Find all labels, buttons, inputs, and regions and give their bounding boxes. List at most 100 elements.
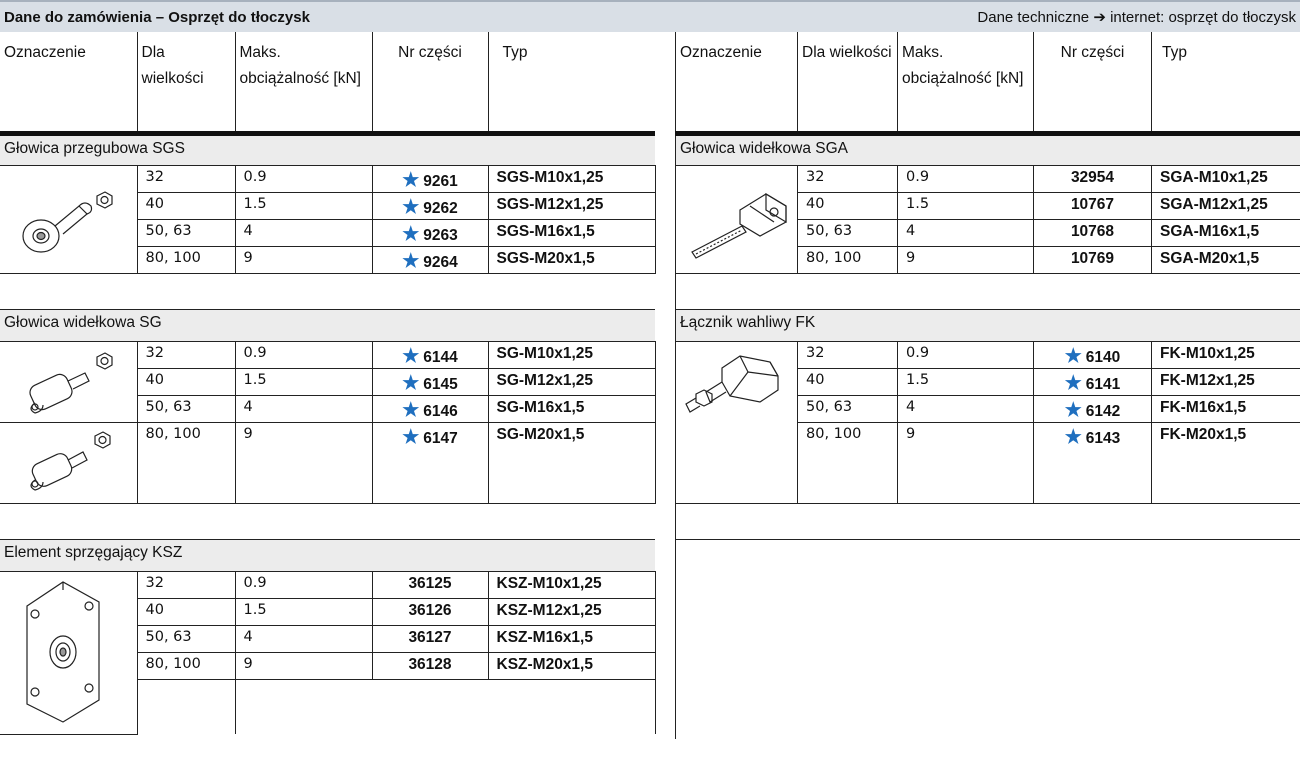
table-empty-tail: [675, 539, 1300, 739]
col-header-typ: Typ: [487, 32, 655, 136]
rod-eye-icon: [22, 191, 113, 253]
type-cell: SGA-M16x1,5: [1151, 219, 1300, 247]
load-cell: 0.9: [897, 341, 1034, 369]
load-cell: 9: [234, 246, 372, 274]
type-cell: SGA-M20x1,5: [1151, 246, 1300, 274]
table-header-row: Oznaczenie Dla wielkości Maks. obciążaln…: [675, 32, 1300, 136]
section-title: Głowica przegubowa SGS: [0, 133, 655, 166]
size-cell: 50, 63: [136, 219, 235, 247]
part-number-cell: ★ 9261: [371, 165, 488, 193]
part-number-cell: 36127: [371, 625, 488, 653]
load-cell: 0.9: [234, 571, 372, 599]
section-title: Głowica widełkowa SG: [0, 309, 655, 342]
size-cell: 40: [136, 598, 235, 626]
table-row: 32 0.9 ★ 9261 SGS-M10x1,25: [0, 165, 656, 274]
type-cell: SGS-M10x1,25: [487, 165, 656, 193]
product-image-sg-large: [0, 422, 137, 504]
part-number-cell: ★ 6143: [1033, 422, 1152, 504]
type-cell: KSZ-M20x1,5: [487, 652, 656, 680]
size-cell: 50, 63: [797, 395, 898, 423]
part-number-cell: ★ 9263: [371, 219, 488, 247]
size-cell: 40: [797, 368, 898, 396]
left-table-column: Oznaczenie Dla wielkości Maks. obciążaln…: [0, 32, 656, 735]
type-cell: KSZ-M12x1,25: [487, 598, 656, 626]
part-number-cell: ★ 6140: [1033, 341, 1152, 369]
coupling-plate-icon: [26, 580, 100, 723]
load-cell: 4: [234, 625, 372, 653]
star-icon: ★: [402, 250, 420, 272]
load-cell: 0.9: [234, 341, 372, 369]
section-header-sg: Głowica widełkowa SG: [0, 309, 655, 342]
type-cell: SGA-M10x1,25: [1151, 165, 1300, 193]
part-number-cell: ★ 6142: [1033, 395, 1152, 423]
star-icon: ★: [402, 223, 420, 245]
star-icon: ★: [1064, 399, 1082, 421]
part-number-cell: ★ 6145: [371, 368, 488, 396]
section-header-fk: Łącznik wahliwy FK: [675, 309, 1300, 342]
product-image-sgs: [0, 165, 137, 274]
section-title: Element sprzęgający KSZ: [0, 539, 655, 572]
section-header-sga: Głowica widełkowa SGA: [675, 133, 1300, 166]
col-header-typ: Typ: [1151, 32, 1300, 136]
section-spacer: [675, 503, 1300, 540]
load-cell: 1.5: [234, 598, 372, 626]
order-table-right: Oznaczenie Dla wielkości Maks. obciążaln…: [675, 32, 1300, 739]
type-cell: SG-M10x1,25: [487, 341, 656, 369]
type-cell: SGS-M16x1,5: [487, 219, 656, 247]
product-image-fk: [675, 341, 798, 504]
col-header-maks: Maks. obciążalność [kN]: [897, 32, 1034, 136]
page: Dane do zamówienia – Osprzęt do tłoczysk…: [0, 0, 1300, 776]
load-cell: 9: [234, 652, 372, 680]
part-number-cell: ★ 6146: [371, 395, 488, 423]
part-number-cell: 36128: [371, 652, 488, 680]
table-row: 32 0.9 32954 SGA-M10x1,25: [675, 165, 1300, 274]
load-cell: 4: [234, 219, 372, 247]
part-number-cell: ★ 6147: [371, 422, 488, 504]
self-aligning-coupler-icon: [684, 354, 779, 413]
size-cell: 80, 100: [797, 422, 898, 504]
size-cell: 32: [136, 341, 235, 369]
type-cell: SG-M16x1,5: [487, 395, 656, 423]
size-cell: 32: [136, 165, 235, 193]
type-cell: SGS-M20x1,5: [487, 246, 656, 274]
col-header-nr: Nr części: [371, 32, 488, 136]
product-image-sg-small: [0, 341, 137, 423]
table-row: 32 0.9 ★ 6140 FK-M10x1,25: [675, 341, 1300, 504]
section-title: Głowica widełkowa SGA: [675, 133, 1300, 166]
order-table-left: Oznaczenie Dla wielkości Maks. obciążaln…: [0, 32, 656, 735]
product-image-sga: [675, 165, 798, 274]
section-spacer: [675, 273, 1300, 310]
star-icon: ★: [402, 399, 420, 421]
type-cell: FK-M20x1,5: [1151, 422, 1300, 504]
load-cell: 4: [897, 395, 1034, 423]
technical-data-link[interactable]: Dane techniczne ➔ internet: osprzęt do t…: [977, 8, 1296, 26]
size-cell: 40: [136, 192, 235, 220]
load-cell: 0.9: [234, 165, 372, 193]
rod-clevis-icon: [30, 430, 111, 491]
col-header-dla: Dla wielkości: [797, 32, 898, 136]
right-table-column: Oznaczenie Dla wielkości Maks. obciążaln…: [675, 32, 1300, 739]
part-number-cell: ★ 9262: [371, 192, 488, 220]
load-cell: 1.5: [234, 368, 372, 396]
size-cell: 80, 100: [136, 422, 235, 504]
section-title: Łącznik wahliwy FK: [675, 309, 1300, 342]
part-number-cell: ★ 6144: [371, 341, 488, 369]
type-cell: SGA-M12x1,25: [1151, 192, 1300, 220]
size-cell: 32: [797, 165, 898, 193]
part-number-cell: ★ 6141: [1033, 368, 1152, 396]
size-cell: 50, 63: [136, 625, 235, 653]
col-header-maks: Maks. obciążalność [kN]: [234, 32, 372, 136]
part-number-cell: 10767: [1033, 192, 1152, 220]
load-cell: 1.5: [234, 192, 372, 220]
size-cell: 50, 63: [797, 219, 898, 247]
part-number-cell: ★ 9264: [371, 246, 488, 274]
page-title: Dane do zamówienia – Osprzęt do tłoczysk: [4, 8, 310, 26]
page-header-bar: Dane do zamówienia – Osprzęt do tłoczysk…: [0, 0, 1300, 32]
size-cell: 40: [136, 368, 235, 396]
type-cell: KSZ-M16x1,5: [487, 625, 656, 653]
size-cell: 40: [797, 192, 898, 220]
col-header-nr: Nr części: [1033, 32, 1152, 136]
load-cell: 1.5: [897, 192, 1034, 220]
col-header-oznaczenie: Oznaczenie: [675, 32, 798, 136]
load-cell: 4: [897, 219, 1034, 247]
